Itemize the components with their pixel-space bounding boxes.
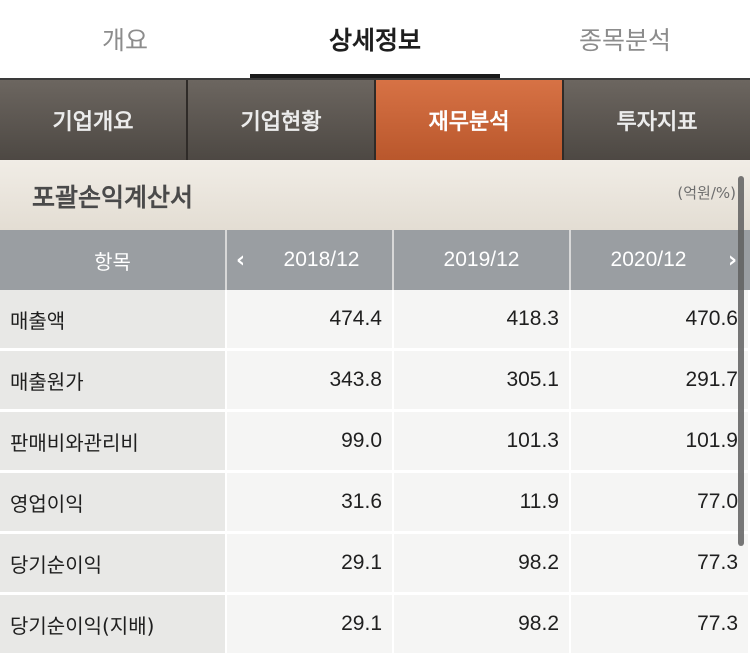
- value-cell: 101.9: [571, 412, 750, 470]
- table-row: 매출액 474.4 418.3 470.6: [0, 290, 750, 350]
- value-cell: 474.4: [227, 290, 394, 348]
- unit-label: (억원/%): [677, 184, 736, 202]
- tab-overview[interactable]: 개요: [0, 0, 250, 78]
- item-header-label: 항목: [94, 249, 131, 274]
- chevron-right-icon[interactable]: ›: [728, 230, 737, 290]
- value-cell: 98.2: [394, 595, 571, 653]
- period-header-3: 2020/12: [571, 230, 750, 290]
- value-cell: 11.9: [394, 473, 571, 531]
- top-tab-bar: 개요 상세정보 종목분석: [0, 0, 750, 78]
- value-cell: 305.1: [394, 351, 571, 409]
- item-column-header: 항목: [0, 230, 227, 290]
- value-cell: 470.6: [571, 290, 750, 348]
- tab-details[interactable]: 상세정보: [250, 0, 500, 78]
- value-cell: 101.3: [394, 412, 571, 470]
- row-label: 판매비와관리비: [0, 412, 227, 470]
- subtab-financial-analysis[interactable]: 재무분석: [376, 80, 564, 160]
- row-label: 매출원가: [0, 351, 227, 409]
- period-header-2: 2019/12: [394, 230, 571, 290]
- row-label: 당기순이익: [0, 534, 227, 592]
- row-label: 매출액: [0, 290, 227, 348]
- value-cell: 29.1: [227, 595, 394, 653]
- period-header-1: 2018/12: [227, 230, 394, 290]
- period-label: 2018/12: [283, 248, 360, 271]
- value-cell: 99.0: [227, 412, 394, 470]
- value-cell: 343.8: [227, 351, 394, 409]
- subtab-company-overview[interactable]: 기업개요: [0, 80, 188, 160]
- value-cell: 77.0: [571, 473, 750, 531]
- row-label: 당기순이익(지배): [0, 595, 227, 653]
- value-cell: 29.1: [227, 534, 394, 592]
- chevron-left-icon[interactable]: ‹: [236, 230, 245, 290]
- table-row: 매출원가 343.8 305.1 291.7: [0, 351, 750, 411]
- tab-stock-analysis[interactable]: 종목분석: [500, 0, 750, 78]
- table-row: 당기순이익(지배) 29.1 98.2 77.3: [0, 595, 750, 655]
- value-cell: 418.3: [394, 290, 571, 348]
- table-row: 영업이익 31.6 11.9 77.0: [0, 473, 750, 533]
- table-header-row: 항목 2018/12 ‹ 2019/12 2020/12 ›: [0, 230, 750, 290]
- section-title: 포괄손익계산서: [32, 183, 194, 212]
- value-cell: 77.3: [571, 595, 750, 653]
- value-cell: 77.3: [571, 534, 750, 592]
- sub-tab-bar: 기업개요 기업현황 재무분석 투자지표: [0, 80, 750, 160]
- period-label: 2020/12: [610, 248, 687, 271]
- row-label: 영업이익: [0, 473, 227, 531]
- value-cell: 291.7: [571, 351, 750, 409]
- vertical-scrollbar[interactable]: [738, 176, 744, 546]
- value-cell: 31.6: [227, 473, 394, 531]
- subtab-company-status[interactable]: 기업현황: [188, 80, 376, 160]
- period-label: 2019/12: [443, 248, 520, 271]
- value-cell: 98.2: [394, 534, 571, 592]
- section-header: 포괄손익계산서 (억원/%): [0, 160, 750, 231]
- subtab-investment-indicators[interactable]: 투자지표: [564, 80, 750, 160]
- table-row: 당기순이익 29.1 98.2 77.3: [0, 534, 750, 594]
- table-row: 판매비와관리비 99.0 101.3 101.9: [0, 412, 750, 472]
